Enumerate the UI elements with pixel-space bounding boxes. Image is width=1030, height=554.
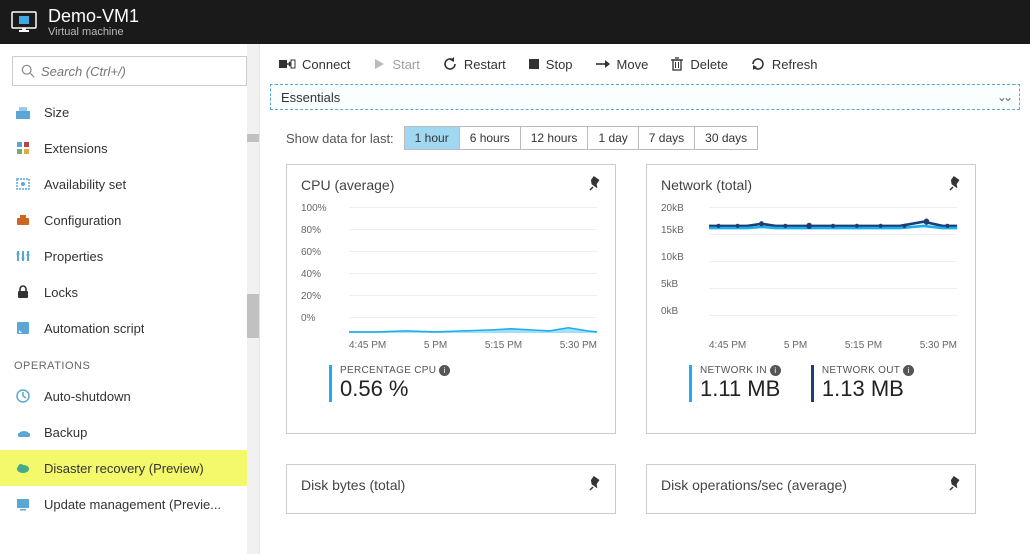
cpu-plot[interactable] <box>349 207 597 333</box>
net-y-ticks: 20kB15kB10kB5kB0kB <box>661 203 684 328</box>
pin-icon[interactable] <box>947 175 963 194</box>
sidebar-item-automation-script[interactable]: Automation script <box>0 310 259 346</box>
sidebar-item-update-management[interactable]: Update management (Previe... <box>0 486 259 522</box>
cpu-x-ticks: 4:45 PM5 PM5:15 PM5:30 PM <box>349 340 597 351</box>
pin-icon[interactable] <box>587 175 603 194</box>
page-title: Demo-VM1 <box>48 7 139 25</box>
time-range-1-hour[interactable]: 1 hour <box>405 127 460 149</box>
connect-icon <box>278 57 296 71</box>
delete-button[interactable]: Delete <box>670 56 728 72</box>
time-range-1-day[interactable]: 1 day <box>588 127 638 149</box>
script-icon <box>14 319 32 337</box>
sidebar-item-configuration[interactable]: Configuration <box>0 202 259 238</box>
backup-icon <box>14 423 32 441</box>
time-range-12-hours[interactable]: 12 hours <box>521 127 589 149</box>
availability-icon <box>14 175 32 193</box>
cpu-chart-card: CPU (average) 100%80%60%40%20%0% 4:45 PM… <box>286 164 616 434</box>
move-icon <box>595 58 611 70</box>
stop-button[interactable]: Stop <box>528 57 573 72</box>
stop-icon <box>528 58 540 70</box>
disk-ops-card: Disk operations/sec (average) <box>646 464 976 514</box>
network-chart-card: Network (total) 20kB15kB10kB5kB0kB 4:45 … <box>646 164 976 434</box>
network-card-title: Network (total) <box>661 177 961 193</box>
refresh-button[interactable]: Refresh <box>750 56 818 72</box>
chevron-down-icon: ⌄⌄ <box>997 90 1009 104</box>
disk-bytes-card: Disk bytes (total) <box>286 464 616 514</box>
search-box[interactable] <box>12 56 247 86</box>
time-range-30-days[interactable]: 30 days <box>695 127 757 149</box>
sidebar-item-disaster-recovery[interactable]: Disaster recovery (Preview) <box>0 450 259 486</box>
time-range-label: Show data for last: <box>286 131 394 146</box>
disk-ops-title: Disk operations/sec (average) <box>661 477 961 493</box>
disk-bytes-title: Disk bytes (total) <box>301 477 601 493</box>
title-bar: Demo-VM1 Virtual machine <box>0 0 1030 44</box>
network-plot[interactable] <box>709 207 957 333</box>
sidebar-item-backup[interactable]: Backup <box>0 414 259 450</box>
cloud-icon <box>14 459 32 477</box>
restart-icon <box>442 56 458 72</box>
update-icon <box>14 495 32 513</box>
sidebar-item-auto-shutdown[interactable]: Auto-shutdown <box>0 378 259 414</box>
sidebar-item-availability-set[interactable]: Availability set <box>0 166 259 202</box>
sidebar-item-locks[interactable]: Locks <box>0 274 259 310</box>
vm-icon <box>10 10 38 34</box>
move-button[interactable]: Move <box>595 57 649 72</box>
pin-icon[interactable] <box>947 475 963 494</box>
sidebar-scroll-thumb[interactable] <box>247 294 259 338</box>
extensions-icon <box>14 139 32 157</box>
cpu-y-ticks: 100%80%60%40%20%0% <box>301 203 327 335</box>
pin-icon[interactable] <box>587 475 603 494</box>
sidebar-item-properties[interactable]: Properties <box>0 238 259 274</box>
trash-icon <box>670 56 684 72</box>
info-icon[interactable]: i <box>903 365 914 376</box>
sidebar: Size Extensions Availability set Configu… <box>0 44 260 554</box>
play-icon <box>372 57 386 71</box>
sidebar-item-size[interactable]: Size <box>0 94 259 130</box>
search-input[interactable] <box>41 64 238 79</box>
network-in-metric: NETWORK INi 1.11 MB <box>689 365 781 402</box>
info-icon[interactable]: i <box>770 365 781 376</box>
cpu-card-title: CPU (average) <box>301 177 601 193</box>
sidebar-scroll-indicator <box>247 134 259 142</box>
net-x-ticks: 4:45 PM5 PM5:15 PM5:30 PM <box>709 340 957 351</box>
restart-button[interactable]: Restart <box>442 56 506 72</box>
essentials-panel[interactable]: Essentials ⌄⌄ <box>270 84 1020 110</box>
command-bar: Connect Start Restart Stop Move Delete R… <box>260 44 1030 84</box>
connect-button[interactable]: Connect <box>278 57 350 72</box>
sidebar-item-extensions[interactable]: Extensions <box>0 130 259 166</box>
configuration-icon <box>14 211 32 229</box>
refresh-icon <box>750 56 766 72</box>
time-range-7-days[interactable]: 7 days <box>639 127 695 149</box>
network-out-metric: NETWORK OUTi 1.13 MB <box>811 365 914 402</box>
info-icon[interactable]: i <box>439 365 450 376</box>
clock-icon <box>14 387 32 405</box>
main-content: Connect Start Restart Stop Move Delete R… <box>260 44 1030 554</box>
time-range-6-hours[interactable]: 6 hours <box>460 127 521 149</box>
cpu-metric: PERCENTAGE CPUi 0.56 % <box>329 365 450 402</box>
lock-icon <box>14 283 32 301</box>
start-button[interactable]: Start <box>372 57 419 72</box>
search-icon <box>21 64 35 78</box>
size-icon <box>14 103 32 121</box>
page-subtitle: Virtual machine <box>48 26 139 38</box>
sidebar-section-operations: OPERATIONS <box>0 346 259 378</box>
time-range-selector: Show data for last: 1 hour6 hours12 hour… <box>260 120 1030 164</box>
properties-icon <box>14 247 32 265</box>
essentials-label: Essentials <box>281 90 340 105</box>
